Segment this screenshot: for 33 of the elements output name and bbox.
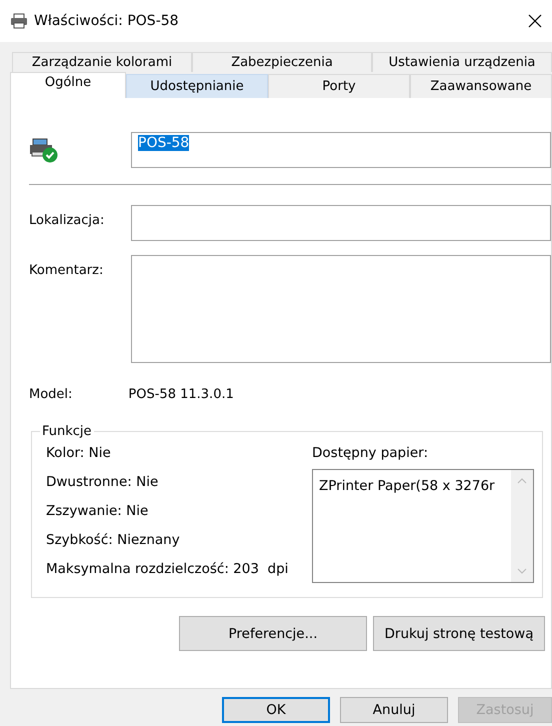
group-title: Funkcje: [41, 424, 93, 439]
scroll-down-icon[interactable]: [517, 568, 527, 574]
feature-text: Zszywanie: Nie: [46, 503, 150, 519]
tab[interactable]: Zaawansowane: [410, 74, 552, 98]
feature-text: Dwustronne: Nie: [46, 474, 160, 490]
location-field[interactable]: [131, 205, 551, 241]
tab[interactable]: Porty: [268, 74, 410, 98]
tab[interactable]: Zabezpieczenia: [192, 52, 372, 72]
printer-name-field[interactable]: POS-58: [131, 132, 551, 168]
tab[interactable]: Ustawienia urządzenia: [372, 52, 552, 72]
printer-ok-icon: [29, 137, 59, 163]
tab[interactable]: Ogólne: [10, 72, 126, 98]
printer-icon: [10, 13, 28, 29]
model-label: Model:: [29, 387, 72, 402]
comment-field[interactable]: [131, 255, 551, 363]
paper-item[interactable]: ZPrinter Paper(58 x 3276r: [319, 478, 511, 494]
scroll-up-icon[interactable]: [517, 478, 527, 484]
dialog-button[interactable]: Anuluj: [340, 697, 448, 723]
feature-text: Kolor: Nie: [46, 445, 112, 461]
location-label: Lokalizacja:: [29, 212, 104, 228]
paper-list[interactable]: ZPrinter Paper(58 x 3276r: [312, 469, 534, 583]
model-value: POS-58 11.3.0.1: [128, 387, 234, 402]
dialog-button[interactable]: OK: [222, 697, 330, 723]
tab[interactable]: Zarządzanie kolorami: [12, 52, 192, 72]
print-test-button[interactable]: Drukuj stronę testową: [373, 616, 545, 651]
paper-label: Dostępny papier:: [312, 445, 430, 461]
preferences-button[interactable]: Preferencje...: [179, 616, 367, 651]
window-title: Właściwości: POS-58: [34, 13, 179, 29]
close-icon[interactable]: [528, 14, 542, 28]
feature-text: Szybkość: Nieznany: [46, 532, 181, 548]
feature-text: Maksymalna rozdzielczość: 203 dpi: [46, 561, 290, 577]
tab[interactable]: Udostępnianie: [126, 74, 268, 98]
comment-label: Komentarz:: [29, 262, 104, 278]
